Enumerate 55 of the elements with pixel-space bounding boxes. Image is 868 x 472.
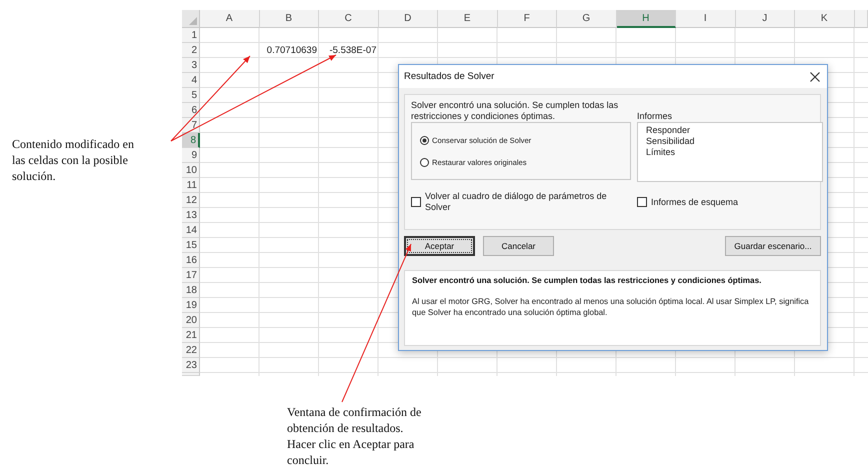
details-title: Solver encontró una solución. Se cumplen todas las restricciones y condiciones óptimas.	[412, 276, 762, 285]
checkbox-label[interactable]: Informes de esquema	[651, 196, 823, 208]
radio-button[interactable]	[420, 158, 429, 166]
row-header[interactable]: 23	[182, 358, 200, 373]
row-header[interactable]: 17	[182, 268, 200, 283]
column-header[interactable]: G	[557, 10, 616, 28]
list-item[interactable]: Sensibilidad	[646, 136, 814, 147]
column-header[interactable]: J	[736, 10, 795, 28]
row-header[interactable]: 3	[182, 58, 200, 73]
row-header[interactable]: 14	[182, 223, 200, 238]
radio-button[interactable]	[420, 136, 429, 144]
row-header[interactable]: 10	[182, 163, 200, 178]
table-cell: 0.70710639	[266, 45, 318, 56]
column-header[interactable]: F	[498, 10, 557, 28]
column-header[interactable]: B	[260, 10, 319, 28]
row-header[interactable]: 5	[182, 88, 200, 103]
reports-label: Informes	[637, 111, 674, 122]
column-header[interactable]: D	[378, 10, 438, 28]
row-header[interactable]: 21	[182, 328, 200, 343]
row-header[interactable]: 18	[182, 283, 200, 298]
row-header[interactable]: 16	[182, 253, 200, 268]
details-text: Al usar el motor GRG, Solver ha encontrado al menos una solución óptima local. Al usar Simplex LP, significa que Solver ha encontrado una solución óptima global.	[412, 296, 810, 318]
column-header[interactable]: C	[319, 10, 378, 28]
row-header[interactable]: 8	[182, 133, 200, 148]
row-header[interactable]: 6	[182, 103, 200, 118]
table-cell: -5.538E-07	[329, 45, 378, 56]
annotation-text: Contenido modificado en las celdas con la posible solución.	[12, 136, 135, 184]
row-header[interactable]: 1	[182, 28, 200, 43]
dialog-button[interactable]: Cancelar	[483, 236, 554, 256]
annotation-text: Ventana de confirmación de obtención de resultados. Hacer clic en Aceptar para concluir.	[287, 404, 422, 468]
column-header[interactable]: K	[795, 10, 854, 28]
list-item[interactable]: Responder	[646, 125, 814, 136]
column-header[interactable]: I	[676, 10, 736, 28]
window-title: Resultados de Solver	[404, 71, 494, 82]
dialog-button[interactable]: Guardar escenario...	[725, 236, 821, 256]
row-header[interactable]: 9	[182, 148, 200, 163]
column-header[interactable]: H	[616, 10, 676, 28]
close-icon[interactable]	[810, 72, 820, 82]
checkbox[interactable]	[637, 197, 647, 207]
row-header[interactable]: 12	[182, 193, 200, 208]
row-header[interactable]: 2	[182, 43, 200, 58]
column-header[interactable]: E	[438, 10, 498, 28]
row-header[interactable]: 22	[182, 343, 200, 358]
row-header[interactable]: 19	[182, 298, 200, 313]
checkbox-label[interactable]: Volver al cuadro de diálogo de parámetros de Solver	[425, 191, 630, 213]
row-header[interactable]: 11	[182, 178, 200, 193]
row-header[interactable]: 4	[182, 73, 200, 88]
row-header[interactable]: 15	[182, 238, 200, 253]
column-header[interactable]: A	[200, 10, 260, 28]
result-message: Solver encontró una solución. Se cumplen todas las restricciones y condiciones óptimas.	[411, 100, 620, 122]
list-item[interactable]: Límites	[646, 147, 814, 158]
checkbox[interactable]	[411, 197, 421, 207]
dialog-button[interactable]: Aceptar	[404, 236, 475, 256]
row-header[interactable]: 13	[182, 208, 200, 223]
row-header[interactable]: 20	[182, 313, 200, 328]
